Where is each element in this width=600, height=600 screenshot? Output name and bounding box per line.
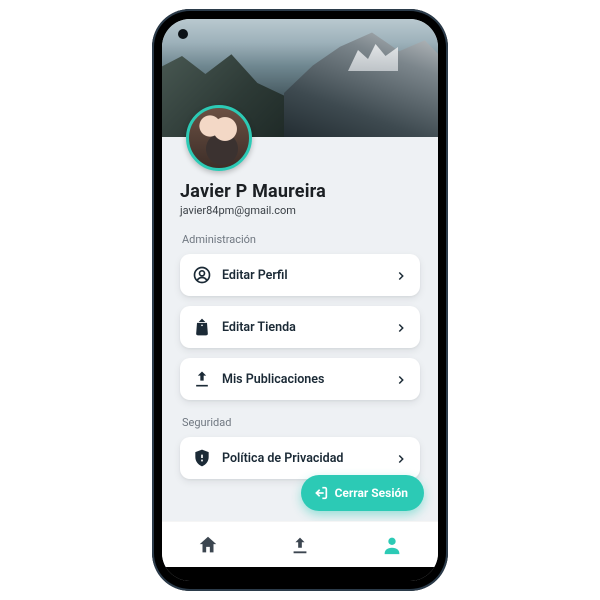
section-title-admin: Administración [182,233,418,246]
shield-icon [192,448,212,468]
menu-item-label: Editar Tienda [222,320,394,335]
chevron-right-icon [394,372,408,386]
chevron-right-icon [394,268,408,282]
chevron-right-icon [394,451,408,465]
profile-icon [381,534,403,556]
nav-home[interactable] [188,525,228,565]
front-camera [178,29,188,39]
nav-upload[interactable] [280,525,320,565]
menu-item-label: Editar Perfil [222,268,394,283]
nav-profile[interactable] [372,525,412,565]
profile-name: Javier P Maureira [180,181,420,202]
menu-item-edit-store[interactable]: Editar Tienda [180,306,420,348]
menu-item-edit-profile[interactable]: Editar Perfil [180,254,420,296]
menu-item-label: Mis Publicaciones [222,372,394,387]
chevron-right-icon [394,320,408,334]
logout-button[interactable]: Cerrar Sesión [301,475,424,511]
logout-icon [313,485,329,501]
system-nav-bar [162,567,438,581]
avatar[interactable] [186,105,252,171]
menu-item-my-posts[interactable]: Mis Publicaciones [180,358,420,400]
profile-email: javier84pm@gmail.com [180,204,420,217]
upload-icon [192,369,212,389]
section-title-security: Seguridad [182,416,418,429]
menu-item-label: Política de Privacidad [222,451,394,466]
phone-frame: Javier P Maureira javier84pm@gmail.com A… [152,9,448,591]
logout-label: Cerrar Sesión [335,486,408,500]
shopping-bag-icon [192,317,212,337]
home-icon [197,534,219,556]
upload-icon [289,534,311,556]
bottom-nav [162,521,438,567]
menu-item-privacy-policy[interactable]: Política de Privacidad [180,437,420,479]
account-circle-icon [192,265,212,285]
app-screen: Javier P Maureira javier84pm@gmail.com A… [162,19,438,581]
profile-content: Javier P Maureira javier84pm@gmail.com A… [162,137,438,521]
